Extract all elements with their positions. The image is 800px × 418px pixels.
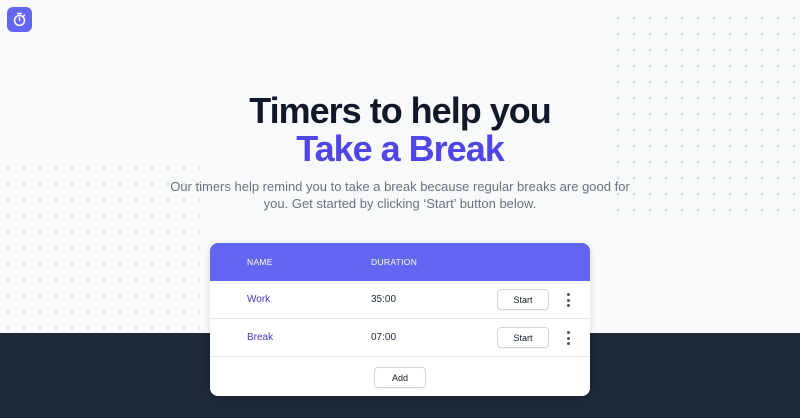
timer-name-link[interactable]: Work [247, 294, 270, 305]
timers-table: NAME DURATION Work 35:00 Start Break 07:… [210, 243, 590, 396]
more-options-icon[interactable] [564, 293, 572, 307]
hero-subtitle: Our timers help remind you to take a bre… [170, 179, 630, 211]
hero-title-line1: Timers to help you [249, 90, 551, 131]
stopwatch-icon [13, 12, 26, 27]
timer-duration: 35:00 [371, 294, 397, 305]
table-row: Break 07:00 Start [210, 319, 590, 357]
column-header-duration: DURATION [371, 257, 418, 267]
hero-title-accent: Take a Break [296, 128, 504, 169]
column-header-name: NAME [247, 257, 273, 267]
hero-title: Timers to help you Take a Break [0, 92, 800, 168]
start-button[interactable]: Start [497, 289, 549, 310]
add-row: Add [210, 357, 590, 396]
table-header: NAME DURATION [210, 243, 590, 281]
more-options-icon[interactable] [564, 331, 572, 345]
table-row: Work 35:00 Start [210, 281, 590, 319]
timer-name-link[interactable]: Break [247, 332, 273, 343]
app-logo[interactable] [7, 7, 32, 32]
start-button[interactable]: Start [497, 327, 549, 348]
timer-duration: 07:00 [371, 332, 397, 343]
add-timer-button[interactable]: Add [374, 367, 426, 388]
